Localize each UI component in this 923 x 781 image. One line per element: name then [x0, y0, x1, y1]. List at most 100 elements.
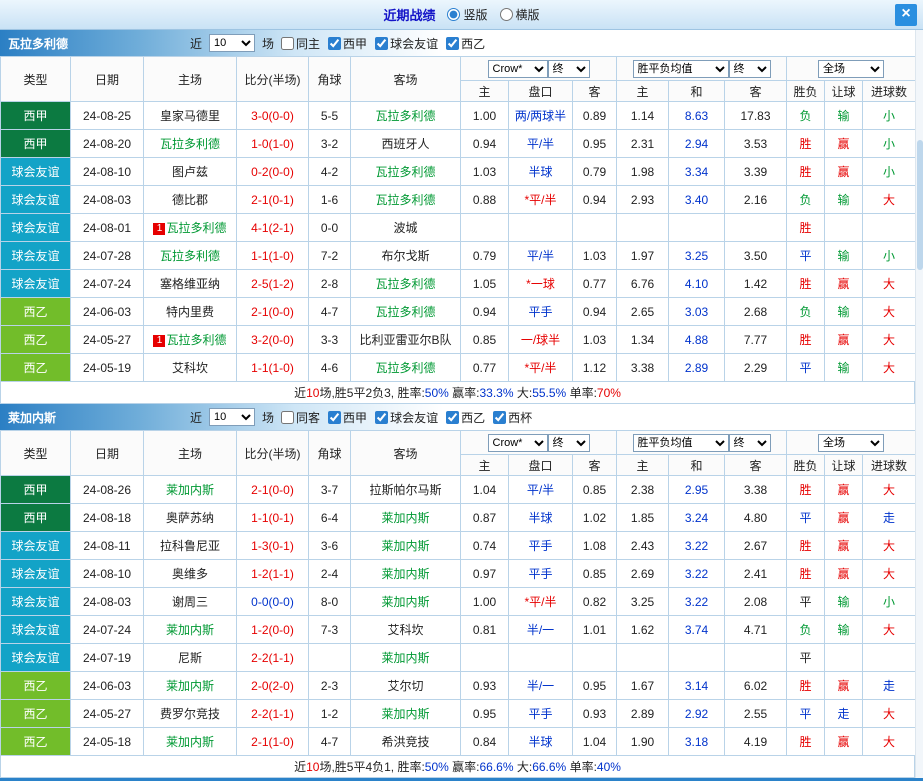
mean-type-select[interactable]: 胜平负均值 — [632, 433, 729, 452]
summary-segment: 单率: — [566, 386, 597, 400]
team-label: 艾尔切 — [387, 679, 424, 693]
filter-checkbox[interactable]: 西杯 — [493, 409, 532, 426]
layout-radio-horizontal[interactable]: 横版 — [499, 6, 540, 23]
checkbox-input[interactable] — [446, 410, 460, 424]
match-row: 西甲 24-08-18 奥萨苏纳 1-1(0-1) 6-4 莱加内斯 0.87 半球 1.02 1… — [0, 503, 917, 532]
odds-source-cell: Crow* 终 — [459, 56, 618, 81]
handicap-result-cell: 输 — [824, 615, 864, 644]
layout-radio-vertical[interactable]: 竖版 — [447, 6, 488, 23]
scrollbar-thumb[interactable] — [917, 140, 923, 270]
near-count-select[interactable]: 10 — [209, 408, 256, 426]
mean-draw: 3.14 — [668, 671, 726, 700]
result-cell: 负 — [786, 101, 826, 130]
league-type-badge: 球会友谊 — [0, 559, 71, 588]
result-cell: 平 — [786, 503, 826, 532]
match-score: 2-0(2-0) — [236, 671, 309, 700]
header-row-top: 类型 日期 主场 比分(半场) 角球 客场 Crow* 终 胜平负均值终 全场 — [0, 430, 917, 476]
checkbox-input[interactable] — [375, 36, 389, 50]
checkbox-input[interactable] — [446, 36, 460, 50]
team-section: 莱加内斯 近 10 场 同客 西甲 球会友谊 西乙 西杯 类型 日期 主场 比分… — [0, 404, 923, 778]
match-row: 西乙 24-05-18 莱加内斯 2-1(1-0) 4-7 希洪竞技 0.84 半球 1.04 1… — [0, 727, 917, 756]
match-score: 0-0(0-0) — [236, 587, 309, 616]
handicap-result-cell: 赢 — [824, 671, 864, 700]
filter-checkbox[interactable]: 西乙 — [446, 35, 485, 52]
col-type: 类型 — [0, 56, 71, 102]
mean-draw: 3.18 — [668, 727, 726, 756]
odds-home: 1.03 — [460, 157, 509, 186]
mean-away: 2.16 — [724, 185, 788, 214]
mean-draw: 3.34 — [668, 157, 726, 186]
mean-away: 2.67 — [724, 531, 788, 560]
bookmaker-select[interactable]: Crow* — [487, 433, 548, 452]
col-corner: 角球 — [308, 430, 351, 476]
checkbox-input[interactable] — [328, 36, 342, 50]
checkbox-label: 西乙 — [461, 410, 486, 425]
handicap-result-cell: 输 — [824, 353, 864, 382]
match-row: 球会友谊 24-08-03 德比郡 2-1(0-1) 1-6 瓦拉多利德 0.88 *平/半 0… — [0, 185, 917, 214]
filter-bar: 近 10 场 同客 西甲 球会友谊 西乙 西杯 — [190, 408, 532, 426]
checkbox-label: 西甲 — [343, 410, 368, 425]
league-type-badge: 球会友谊 — [0, 157, 71, 186]
period-select[interactable]: 全场 — [818, 433, 885, 452]
filter-checkbox[interactable]: 西甲 — [328, 409, 367, 426]
checkbox-input[interactable] — [281, 36, 295, 50]
radio-vertical-input[interactable] — [447, 8, 461, 21]
goals-result-cell: 大 — [862, 185, 917, 214]
home-team-cell: 1 瓦拉多利德 — [143, 213, 237, 242]
goals-result-cell: 大 — [862, 325, 917, 354]
team-label: 希洪竞技 — [381, 735, 430, 749]
checkbox-input[interactable] — [375, 410, 389, 424]
checkbox-input[interactable] — [328, 410, 342, 424]
checkbox-label: 球会友谊 — [390, 36, 439, 51]
filter-checkbox[interactable]: 球会友谊 — [375, 35, 438, 52]
scrollbar-track[interactable] — [915, 30, 923, 778]
match-date: 24-08-18 — [70, 503, 144, 532]
mean-home: 2.43 — [616, 531, 670, 560]
near-count-select[interactable]: 10 — [209, 34, 256, 52]
filter-checkbox[interactable]: 同主 — [281, 35, 320, 52]
mean-away: 1.42 — [724, 269, 788, 298]
mean-type-select[interactable]: 胜平负均值 — [632, 59, 729, 78]
league-type-badge: 球会友谊 — [0, 615, 71, 644]
filter-checkbox[interactable]: 西乙 — [446, 409, 485, 426]
col-mean-home: 主 — [616, 454, 670, 476]
close-button[interactable]: × — [895, 4, 917, 26]
home-team-cell: 1 瓦拉多利德 — [143, 325, 237, 354]
summary-segment: 大: — [513, 760, 533, 774]
odds-source-cell: Crow* 终 — [459, 430, 618, 455]
league-type-badge: 西乙 — [0, 699, 71, 728]
odds-handicap: 半球 — [508, 157, 573, 186]
odds-handicap — [508, 213, 573, 242]
checkbox-input[interactable] — [281, 410, 295, 424]
radio-horizontal-input[interactable] — [499, 8, 513, 21]
section-header-bar: 瓦拉多利德 近 10 场 同主 西甲 球会友谊 西乙 — [0, 30, 923, 56]
match-row: 西乙 24-05-27 费罗尔竞技 2-2(1-1) 1-2 莱加内斯 0.95 平手 0.93… — [0, 699, 917, 728]
odds-away: 0.77 — [571, 269, 618, 298]
period-cell: 全场 — [786, 56, 917, 81]
mean-away: 7.77 — [724, 325, 788, 354]
league-type-badge: 西乙 — [0, 353, 71, 382]
summary-segment: 赢率: — [448, 386, 480, 400]
away-team-cell: 艾科坎 — [350, 615, 461, 644]
team-label: 瓦拉多利德 — [375, 165, 436, 179]
checkbox-input[interactable] — [493, 410, 507, 424]
odds-handicap: 平手 — [508, 699, 573, 728]
page-title: 近期战绩 — [383, 8, 436, 23]
handicap-result-cell: 赢 — [824, 531, 864, 560]
filter-checkbox[interactable]: 球会友谊 — [375, 409, 438, 426]
goals-result-cell: 走 — [862, 671, 917, 700]
odds-final-select[interactable]: 终 — [547, 59, 590, 78]
period-select[interactable]: 全场 — [818, 59, 885, 78]
mean-final-select[interactable]: 终 — [728, 59, 771, 78]
summary-segment: 66.6% — [479, 760, 514, 774]
table-header: 类型 日期 主场 比分(半场) 角球 客场 Crow* 终 胜平负均值终 全场 主… — [0, 56, 917, 102]
goals-result-cell: 小 — [862, 157, 917, 186]
filter-checkbox[interactable]: 西甲 — [328, 35, 367, 52]
mean-home: 1.14 — [616, 101, 670, 130]
mean-final-select[interactable]: 终 — [728, 433, 771, 452]
away-team-cell: 瓦拉多利德 — [350, 157, 461, 186]
odds-final-select[interactable]: 终 — [547, 433, 590, 452]
match-row: 球会友谊 24-07-24 塞格维亚纳 2-5(1-2) 2-8 瓦拉多利德 1.05 *一球… — [0, 269, 917, 298]
bookmaker-select[interactable]: Crow* — [487, 59, 548, 78]
filter-checkbox[interactable]: 同客 — [281, 409, 320, 426]
